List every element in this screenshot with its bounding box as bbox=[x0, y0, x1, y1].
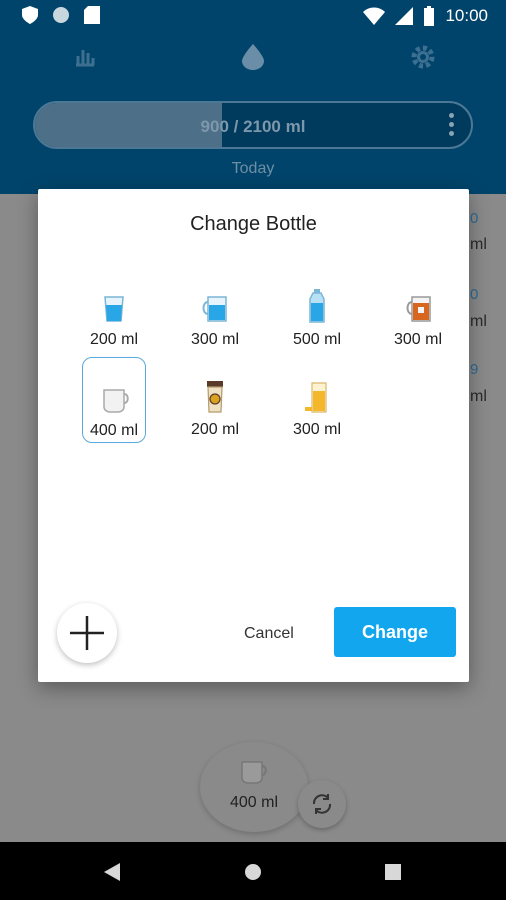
history-value: 0 bbox=[470, 210, 479, 227]
bottle-size-label: 300 ml bbox=[190, 331, 240, 348]
bottle-size-label: 300 ml bbox=[292, 421, 342, 438]
history-value: 0 bbox=[470, 286, 479, 303]
progress-text: 900 / 2100 ml bbox=[200, 117, 306, 136]
circle-status-icon bbox=[53, 7, 69, 23]
bottle-option[interactable]: 300 ml bbox=[285, 357, 349, 443]
drink-button-label: 400 ml bbox=[229, 794, 279, 811]
shield-icon bbox=[22, 6, 38, 24]
period-label: Today bbox=[231, 160, 275, 177]
dialog-title: Change Bottle bbox=[190, 213, 317, 235]
bottle-option[interactable]: 200 ml bbox=[183, 357, 247, 443]
status-bar: 10:00 bbox=[0, 0, 506, 32]
bottle-option[interactable]: 300 ml bbox=[183, 267, 247, 353]
tea-mug-icon bbox=[406, 296, 431, 322]
plus-icon bbox=[70, 616, 104, 650]
history-unit: ml bbox=[470, 236, 487, 253]
home-icon[interactable] bbox=[244, 863, 262, 881]
juice-glass-icon bbox=[305, 382, 327, 413]
bottle-option[interactable]: 500 ml bbox=[285, 267, 349, 353]
bottle-size-label: 400 ml bbox=[89, 422, 139, 439]
back-icon[interactable] bbox=[104, 863, 120, 881]
glass-icon bbox=[104, 296, 124, 322]
cup-icon bbox=[103, 389, 129, 413]
cup-icon bbox=[241, 761, 267, 784]
wifi-icon bbox=[363, 7, 386, 25]
more-options-icon[interactable] bbox=[449, 113, 455, 140]
bottle-size-label: 500 ml bbox=[292, 331, 342, 348]
history-unit: ml bbox=[470, 313, 487, 330]
statistics-icon[interactable] bbox=[73, 44, 97, 68]
refresh-icon bbox=[312, 794, 332, 814]
daily-progress-bar[interactable]: 900 / 2100 ml bbox=[33, 101, 473, 149]
add-bottle-button[interactable] bbox=[57, 603, 117, 663]
water-drop-icon[interactable] bbox=[242, 44, 264, 70]
recents-icon[interactable] bbox=[385, 864, 401, 880]
swap-bottle-button[interactable] bbox=[298, 780, 346, 828]
settings-gear-icon[interactable] bbox=[410, 44, 436, 70]
sd-card-icon bbox=[84, 6, 100, 24]
bottle-option[interactable]: 200 ml bbox=[82, 267, 146, 353]
change-button[interactable]: Change bbox=[334, 607, 456, 657]
mug-icon bbox=[202, 296, 227, 322]
battery-icon bbox=[424, 6, 435, 26]
drink-button[interactable]: 400 ml bbox=[200, 742, 308, 832]
bottle-option[interactable]: 300 ml bbox=[386, 267, 450, 353]
change-bottle-dialog: Change Bottle 200 ml 300 ml 500 ml 300 m… bbox=[38, 189, 469, 682]
status-time: 10:00 bbox=[445, 6, 488, 25]
bottle-option-selected[interactable]: 400 ml bbox=[82, 357, 146, 443]
signal-icon bbox=[395, 7, 414, 25]
bottle-size-label: 300 ml bbox=[393, 331, 443, 348]
coffee-cup-icon bbox=[207, 381, 223, 413]
bottle-icon bbox=[309, 289, 325, 323]
bottle-size-label: 200 ml bbox=[190, 421, 240, 438]
cancel-button[interactable]: Cancel bbox=[244, 625, 294, 643]
system-nav-bar bbox=[0, 842, 506, 900]
history-value: 9 bbox=[470, 361, 479, 378]
bottle-size-label: 200 ml bbox=[89, 331, 139, 348]
history-unit: ml bbox=[470, 388, 487, 405]
